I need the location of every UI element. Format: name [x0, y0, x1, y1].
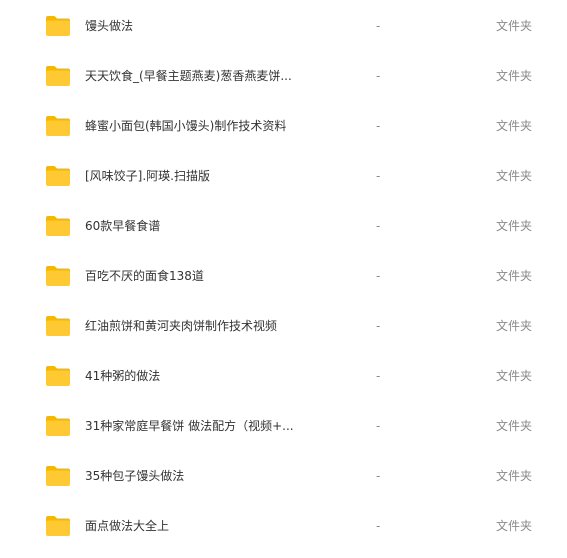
- file-row[interactable]: 天天饮食_(早餐主题燕麦)葱香燕麦饼... - 文件夹: [0, 51, 567, 101]
- folder-icon: [45, 515, 71, 537]
- folder-icon: [45, 365, 71, 387]
- file-row[interactable]: 蜂蜜小面包(韩国小馒头)制作技术资料 - 文件夹: [0, 101, 567, 151]
- file-size: -: [376, 369, 381, 383]
- file-size: -: [376, 319, 381, 333]
- file-name[interactable]: 60款早餐食谱: [85, 201, 160, 251]
- file-type: 文件夹: [496, 419, 533, 433]
- file-row[interactable]: 31种家常庭早餐饼 做法配方（视频+... - 文件夹: [0, 401, 567, 451]
- file-row[interactable]: 60款早餐食谱 - 文件夹: [0, 201, 567, 251]
- file-row[interactable]: 面点做法大全上 - 文件夹: [0, 501, 567, 551]
- file-type: 文件夹: [496, 219, 533, 233]
- folder-icon: [45, 415, 71, 437]
- file-size: -: [376, 219, 381, 233]
- file-row[interactable]: 41种粥的做法 - 文件夹: [0, 351, 567, 401]
- file-row[interactable]: [风味饺子].阿瑛.扫描版 - 文件夹: [0, 151, 567, 201]
- folder-icon: [45, 165, 71, 187]
- file-name[interactable]: 天天饮食_(早餐主题燕麦)葱香燕麦饼...: [85, 51, 292, 101]
- file-size: -: [376, 169, 381, 183]
- file-type: 文件夹: [496, 69, 533, 83]
- file-list: 馒头做法 - 文件夹 天天饮食_(早餐主题燕麦)葱香燕麦饼... - 文件夹 蜂蜜小面包(韩…: [0, 0, 567, 558]
- file-name[interactable]: 面点做法大全上: [85, 501, 169, 551]
- file-name[interactable]: 35种包子馒头做法: [85, 451, 184, 501]
- folder-icon: [45, 65, 71, 87]
- file-name[interactable]: [风味饺子].阿瑛.扫描版: [85, 151, 210, 201]
- file-size: -: [376, 69, 381, 83]
- file-type: 文件夹: [496, 369, 533, 383]
- file-type: 文件夹: [496, 169, 533, 183]
- folder-icon: [45, 115, 71, 137]
- file-size: -: [376, 469, 381, 483]
- file-type: 文件夹: [496, 269, 533, 283]
- file-name[interactable]: 馒头做法: [85, 1, 133, 51]
- file-name[interactable]: 蜂蜜小面包(韩国小馒头)制作技术资料: [85, 101, 286, 151]
- file-type: 文件夹: [496, 469, 533, 483]
- file-row[interactable]: 35种包子馒头做法 - 文件夹: [0, 451, 567, 501]
- file-size: -: [376, 119, 381, 133]
- folder-icon: [45, 265, 71, 287]
- folder-icon: [45, 215, 71, 237]
- file-type: 文件夹: [496, 519, 533, 533]
- file-type: 文件夹: [496, 319, 533, 333]
- file-name[interactable]: 红油煎饼和黄河夹肉饼制作技术视频: [85, 301, 277, 351]
- file-row[interactable]: 馒头做法 - 文件夹: [0, 1, 567, 51]
- file-name[interactable]: 41种粥的做法: [85, 351, 160, 401]
- file-row[interactable]: 红油煎饼和黄河夹肉饼制作技术视频 - 文件夹: [0, 301, 567, 351]
- file-size: -: [376, 419, 381, 433]
- file-name[interactable]: 百吃不厌的面食138道: [85, 251, 204, 301]
- folder-icon: [45, 315, 71, 337]
- file-size: -: [376, 269, 381, 283]
- file-type: 文件夹: [496, 119, 533, 133]
- file-type: 文件夹: [496, 19, 533, 33]
- folder-icon: [45, 465, 71, 487]
- folder-icon: [45, 15, 71, 37]
- file-row[interactable]: 百吃不厌的面食138道 - 文件夹: [0, 251, 567, 301]
- file-size: -: [376, 519, 381, 533]
- file-size: -: [376, 19, 381, 33]
- file-name[interactable]: 31种家常庭早餐饼 做法配方（视频+...: [85, 401, 294, 451]
